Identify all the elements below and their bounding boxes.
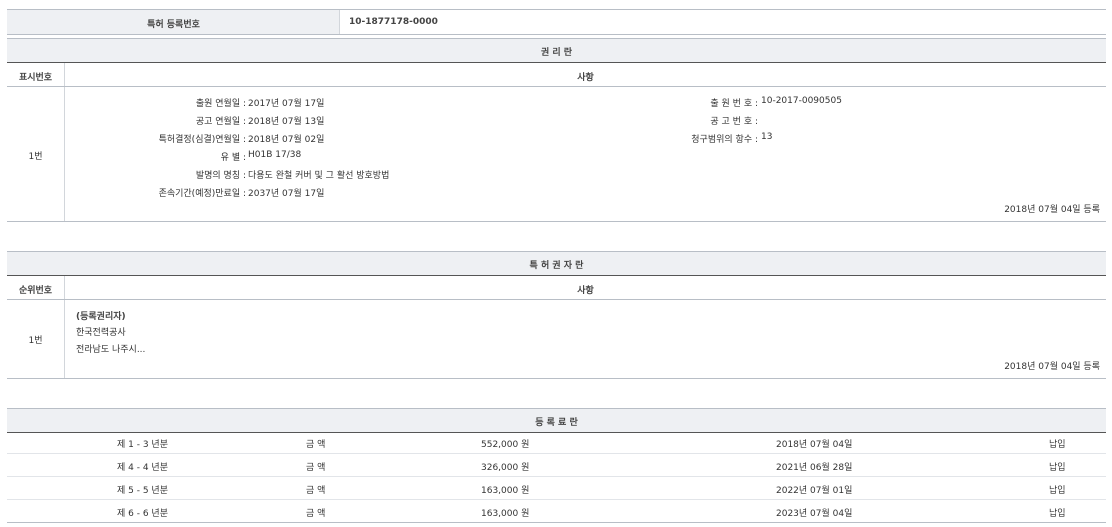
fee-date: 2022년 07월 01일	[776, 483, 852, 496]
fee-period: 제 1 - 3 년분	[117, 437, 168, 450]
fee-amount-label: 금 액	[306, 437, 325, 450]
fee-date: 2018년 07월 04일	[776, 437, 852, 450]
registration-number-value: 10-1877178-0000	[349, 17, 438, 27]
right-label: 청구범위의 항수 :	[600, 132, 758, 145]
rights-registration-date: 2018년 07월 04일 등록	[800, 202, 1100, 215]
left-label: 출원 연월일 :	[70, 96, 246, 109]
rights-col-no: 표시번호	[7, 70, 64, 83]
rights-row-no: 1번	[7, 149, 64, 162]
fee-amount-label: 금 액	[306, 460, 325, 473]
fee-amount: 552,000 원	[481, 437, 529, 450]
left-value: 2018년 07월 02일	[248, 132, 324, 145]
fee-amount-label: 금 액	[306, 506, 325, 519]
fees-title: 등 록 료 란	[7, 415, 1106, 428]
left-label: 특허결정(심결)연월일 :	[70, 132, 246, 145]
left-label: 유 별 :	[70, 150, 246, 163]
right-value: 10-2017-0090505	[761, 96, 842, 106]
fee-period: 제 4 - 4 년분	[117, 460, 168, 473]
holder-name: 한국전력공사	[76, 325, 126, 338]
left-label: 발명의 명칭 :	[70, 168, 246, 181]
fee-period: 제 5 - 5 년분	[117, 483, 168, 496]
right-value: 13	[761, 132, 772, 142]
holders-title: 특 허 권 자 란	[7, 258, 1106, 271]
left-label: 존속기간(예정)만료일 :	[70, 186, 246, 199]
left-value: 2018년 07월 13일	[248, 114, 324, 127]
registration-number-label: 특허 등록번호	[7, 17, 340, 30]
left-value: 2037년 07월 17일	[248, 186, 324, 199]
fee-date: 2023년 07월 04일	[776, 506, 852, 519]
right-label: 출 원 번 호 :	[600, 96, 758, 109]
holders-col-no: 순위번호	[7, 283, 64, 296]
left-label: 공고 연월일 :	[70, 114, 246, 127]
fee-amount-label: 금 액	[306, 483, 325, 496]
fee-status: 납입	[1049, 437, 1066, 450]
right-label: 공 고 번 호 :	[600, 114, 758, 127]
rights-col-item: 사항	[65, 70, 1106, 83]
fee-date: 2021년 06월 28일	[776, 460, 852, 473]
left-value: 다용도 완철 커버 및 그 활선 방호방법	[248, 168, 389, 181]
left-value: H01B 17/38	[248, 150, 301, 160]
left-value: 2017년 07월 17일	[248, 96, 324, 109]
fee-amount: 163,000 원	[481, 483, 529, 496]
holders-col-item: 사항	[65, 283, 1106, 296]
holders-row-no: 1번	[7, 333, 64, 346]
fee-status: 납입	[1049, 460, 1066, 473]
holder-type: (등록권리자)	[76, 309, 126, 322]
fee-period: 제 6 - 6 년분	[117, 506, 168, 519]
fee-status: 납입	[1049, 483, 1066, 496]
fee-status: 납입	[1049, 506, 1066, 519]
fee-amount: 163,000 원	[481, 506, 529, 519]
holders-registration-date: 2018년 07월 04일 등록	[800, 359, 1100, 372]
fee-amount: 326,000 원	[481, 460, 529, 473]
rights-title: 권 리 란	[7, 45, 1106, 58]
holder-address: 전라남도 나주시...	[76, 342, 145, 355]
